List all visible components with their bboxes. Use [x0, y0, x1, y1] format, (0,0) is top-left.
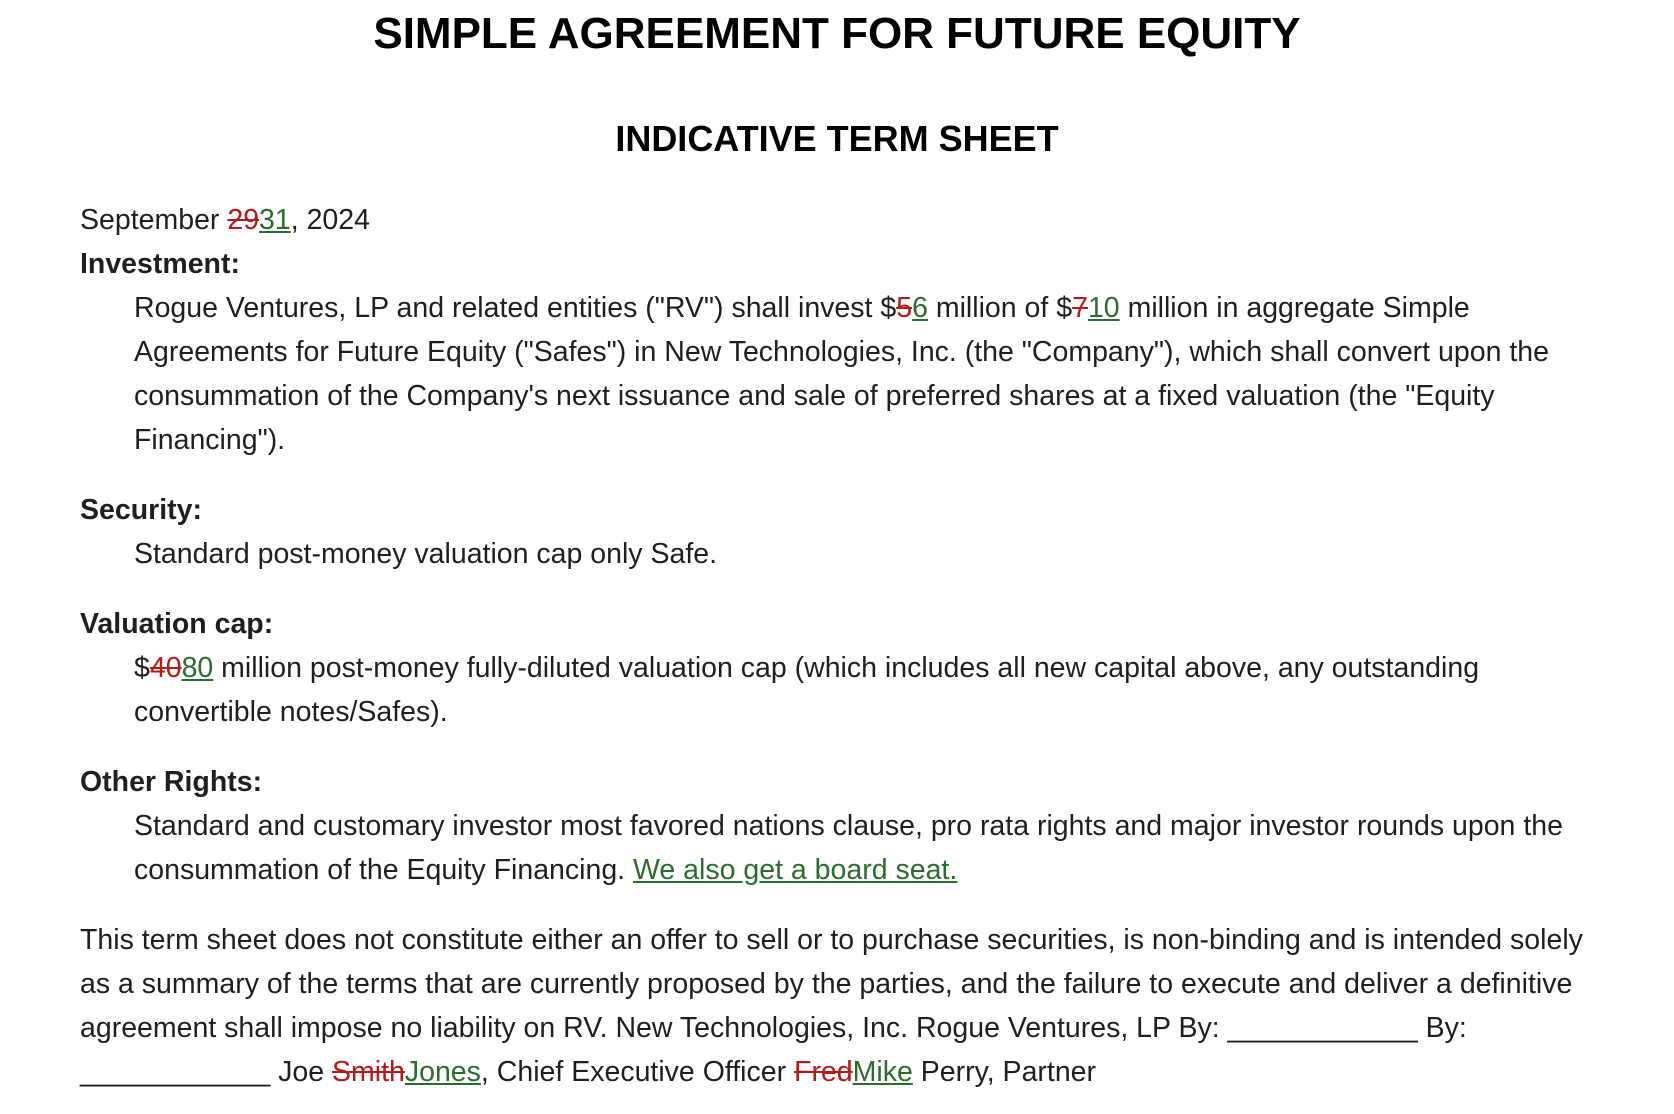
valuation-cap-text-part-2: million post-money fully-diluted valuati… — [134, 651, 1480, 728]
investment-amount-deleted: 5 — [896, 291, 913, 324]
disclaimer-text-part-2: , Chief Executive Officer — [480, 1055, 795, 1088]
investment-amount-inserted: 6 — [912, 291, 928, 324]
partner-first-name-inserted: Mike — [852, 1055, 913, 1088]
security-text: Standard post-money valuation cap only S… — [134, 537, 718, 570]
disclaimer-paragraph: This term sheet does not constitute eith… — [80, 918, 1594, 1094]
document-subtitle: INDICATIVE TERM SHEET — [615, 117, 1059, 159]
investment-text-part-2: million of $ — [927, 291, 1073, 324]
valuation-cap-deleted: 40 — [149, 651, 182, 684]
document-page: SIMPLE AGREEMENT FOR FUTURE EQUITY INDIC… — [0, 0, 1674, 1114]
date-line: September 2931, 2024 — [80, 198, 1594, 242]
ceo-surname-inserted: Jones — [404, 1055, 481, 1088]
ceo-surname-deleted: Smith — [332, 1055, 405, 1088]
date-day-deleted: 29 — [227, 203, 260, 236]
other-rights-text: Standard and customary investor most fav… — [134, 804, 1594, 892]
other-rights-label: Other Rights: — [80, 765, 263, 798]
valuation-cap-text: $4080 million post-money fully-diluted v… — [134, 646, 1594, 734]
date-day-inserted: 31 — [259, 203, 291, 236]
valuation-cap-inserted: 80 — [181, 651, 214, 684]
board-seat-inserted: We also get a board seat. — [633, 853, 958, 886]
security-label: Security: — [80, 493, 202, 526]
disclaimer-text-part-3: Perry, Partner — [912, 1055, 1097, 1088]
investment-label: Investment: — [80, 247, 240, 280]
date-year: , 2024 — [290, 203, 370, 236]
valuation-cap-label: Valuation cap: — [80, 607, 274, 640]
valuation-cap-text-part-1: $ — [134, 651, 150, 684]
aggregate-amount-deleted: 7 — [1072, 291, 1088, 324]
investment-text-part-1: Rogue Ventures, LP and related entities … — [134, 291, 897, 324]
aggregate-amount-inserted: 10 — [1087, 291, 1120, 324]
document-title: SIMPLE AGREEMENT FOR FUTURE EQUITY — [373, 9, 1301, 58]
partner-first-name-deleted: Fred — [794, 1055, 853, 1088]
investment-text: Rogue Ventures, LP and related entities … — [134, 286, 1594, 462]
date-month: September — [80, 203, 228, 236]
